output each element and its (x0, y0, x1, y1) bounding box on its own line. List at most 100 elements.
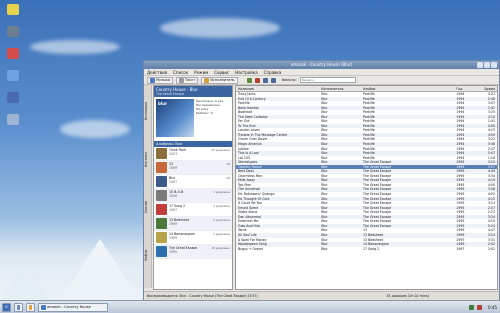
status-now-playing: Воспроизводится: Blur - Country House (T… (147, 294, 258, 298)
album-info: 14 Bananaspam 1999 (167, 232, 213, 240)
desktop-icon[interactable] (4, 26, 22, 38)
album-item[interactable]: 13 1999 19 (154, 161, 232, 175)
menu-item[interactable]: Настройка (235, 69, 257, 75)
column-header[interactable]: Исполнитель (321, 86, 363, 91)
album-item[interactable]: The Great Escape 1995 15 дорожек (154, 245, 232, 259)
desktop-icon[interactable] (4, 48, 22, 60)
album-cover-text: blur (158, 101, 168, 106)
album-item[interactable]: Think Tank 2003 13 дорожек (154, 147, 232, 161)
album-info: 10 B-O-B 2000 (167, 190, 213, 198)
amarok-icon (41, 304, 46, 310)
column-header[interactable]: Альбом (363, 86, 456, 91)
desktop-icon[interactable] (4, 92, 22, 104)
desktop-icon[interactable] (4, 4, 22, 16)
album-info: 17 Song 2 1997 (167, 204, 213, 212)
album-thumbnail (156, 204, 167, 215)
toolbar: Музыка Текст Исполнитель Фильтр: (144, 76, 499, 85)
status-track-count: 35 дорожек (2h 02 mins) (386, 294, 429, 298)
snow-mountain (0, 269, 50, 299)
playlist: Название Исполнитель Альбом Год Время Tracy … (235, 85, 498, 290)
playlist-cell: 1997 (456, 246, 465, 251)
albums-list: Think Tank 2003 13 дорожек 13 1999 19 Blur 1997… (154, 147, 232, 259)
filter-label: Фильтр: (281, 78, 297, 82)
tab-text-label: Текст (184, 78, 196, 82)
playlist-row[interactable]: Bugsy + Gravel Blur 17 Song 2 1997 2:02 (236, 247, 497, 252)
close-icon[interactable] (491, 62, 497, 68)
column-header[interactable]: Время (474, 86, 497, 91)
side-tab[interactable]: Списки (144, 185, 152, 229)
album-year: 1995 (169, 250, 178, 254)
sky-cloud (30, 40, 120, 54)
text-icon (178, 77, 184, 83)
context-pane: Country House - Blur The Great Escape bl… (153, 85, 233, 290)
window-title: amarok - Country House (Blur) (290, 62, 353, 67)
track-stats: Проиграно: 0 раз Последний раз: Ни разу Рей… (196, 99, 232, 115)
taskbar: K amarok - Country House 0:45 (0, 300, 500, 313)
side-tab[interactable]: Контекст (144, 137, 152, 181)
playlist-cell: Blur (321, 246, 328, 251)
redo-icon[interactable] (270, 77, 276, 83)
now-playing-album: The Great Escape (156, 92, 185, 96)
desktop-icon-glyph (7, 48, 19, 59)
album-info: Blur 1997 (167, 176, 226, 184)
column-header[interactable]: Год (456, 86, 474, 91)
tab-artist[interactable]: Исполнитель (201, 76, 238, 84)
album-item[interactable]: 10 B-O-B 2000 1 дорожка (154, 189, 232, 203)
task-amarok-label: amarok - Country House (47, 305, 91, 309)
music-icon (150, 77, 155, 83)
minimize-icon[interactable] (477, 62, 483, 68)
album-track-count: 1 дорожка (213, 204, 230, 208)
undo-icon[interactable] (262, 77, 268, 83)
album-track-count: 1 дорожка (213, 190, 230, 194)
menu-item[interactable]: Справка (264, 69, 282, 75)
konqueror-icon[interactable] (26, 302, 35, 312)
tray-volume-icon[interactable] (477, 304, 483, 310)
tab-artist-label: Исполнитель (210, 78, 235, 82)
clear-icon[interactable] (254, 77, 260, 83)
side-tab[interactable]: Коллекция (144, 89, 152, 133)
desktop-icon[interactable] (4, 114, 22, 126)
sky-cloud (60, 120, 130, 138)
album-thumbnail (156, 148, 167, 159)
album-track-count: 13 дорожек (211, 148, 230, 152)
album-year: 1997 (169, 180, 178, 184)
desktop-icon-glyph (7, 92, 19, 103)
menu-item[interactable]: Режим (194, 69, 208, 75)
menu-item[interactable]: Список (173, 69, 188, 75)
side-tab[interactable]: Файлы (144, 233, 152, 277)
album-item[interactable]: 17 Song 2 1997 1 дорожка (154, 203, 232, 217)
album-year: 1999 (169, 222, 178, 226)
maximize-icon[interactable] (484, 62, 490, 68)
menu-item[interactable]: Действия (147, 69, 167, 75)
add-icon[interactable] (246, 77, 252, 83)
window-titlebar[interactable]: amarok - Country House (Blur) (144, 61, 499, 69)
album-track-count: 14 (226, 176, 230, 180)
album-item[interactable]: 13 Bedsheet 1999 1 дорожка (154, 217, 232, 231)
menu-item[interactable]: Сервис (214, 69, 229, 75)
filter-input[interactable] (299, 77, 356, 83)
tray-network-icon[interactable] (469, 304, 475, 310)
artist-icon (204, 77, 210, 83)
album-item[interactable]: 14 Bananaspam 1999 1 дорожка (154, 231, 232, 245)
playlist-cell: Bugsy + Gravel (238, 246, 263, 251)
album-year: 1997 (169, 208, 178, 212)
stat-line: Рейтинг: 0 (196, 111, 213, 115)
album-info: The Great Escape 1995 (167, 246, 211, 254)
album-item[interactable]: Blur 1997 14 (154, 175, 232, 189)
album-track-count: 15 дорожек (211, 246, 230, 250)
album-info: Think Tank 2003 (167, 148, 211, 156)
side-tabs: Коллекция Контекст Списки Файлы (144, 85, 152, 288)
desktop-icon[interactable] (4, 70, 22, 82)
playlist-cell: 2:02 (487, 246, 495, 251)
tab-text[interactable]: Текст (175, 76, 199, 84)
tab-music[interactable]: Музыка (147, 76, 173, 84)
start-button[interactable]: K (2, 302, 11, 312)
album-year: 2003 (169, 152, 178, 156)
task-amarok[interactable]: amarok - Country House (38, 302, 108, 312)
desktop-icon[interactable] (14, 302, 23, 312)
tab-music-label: Музыка (156, 78, 170, 82)
album-cover[interactable]: blur (156, 99, 194, 137)
clock: 0:45 (488, 304, 497, 310)
column-header[interactable]: Название (236, 86, 321, 91)
menubar: Действия Список Режим Сервис Настройка Справк… (144, 69, 499, 76)
